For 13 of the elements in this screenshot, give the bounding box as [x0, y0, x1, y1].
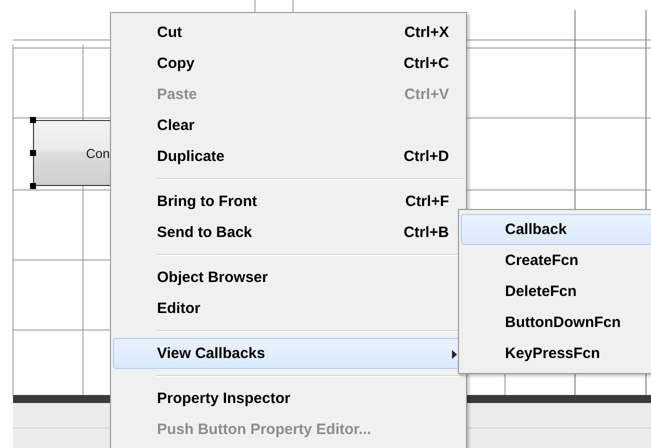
submenu-arrow-icon — [452, 350, 457, 359]
menu-item[interactable]: Property Inspector — [113, 383, 464, 414]
menu-item[interactable]: DeleteFcn — [461, 276, 651, 307]
menu-item[interactable]: ButtonDownFcn — [461, 307, 651, 338]
menu-item[interactable]: Cut Ctrl+X — [113, 17, 464, 48]
menu-item[interactable]: KeyPressFcn — [461, 338, 651, 369]
selection-handle[interactable] — [30, 117, 36, 123]
selection-handle[interactable] — [30, 150, 36, 156]
menu-item[interactable]: CreateFcn — [461, 245, 651, 276]
menu-item[interactable]: Copy Ctrl+C — [113, 48, 464, 79]
menu-item[interactable]: Callback — [461, 214, 651, 245]
selection-handle[interactable] — [30, 183, 36, 189]
menu-item[interactable]: Bring to Front Ctrl+F — [113, 186, 464, 217]
